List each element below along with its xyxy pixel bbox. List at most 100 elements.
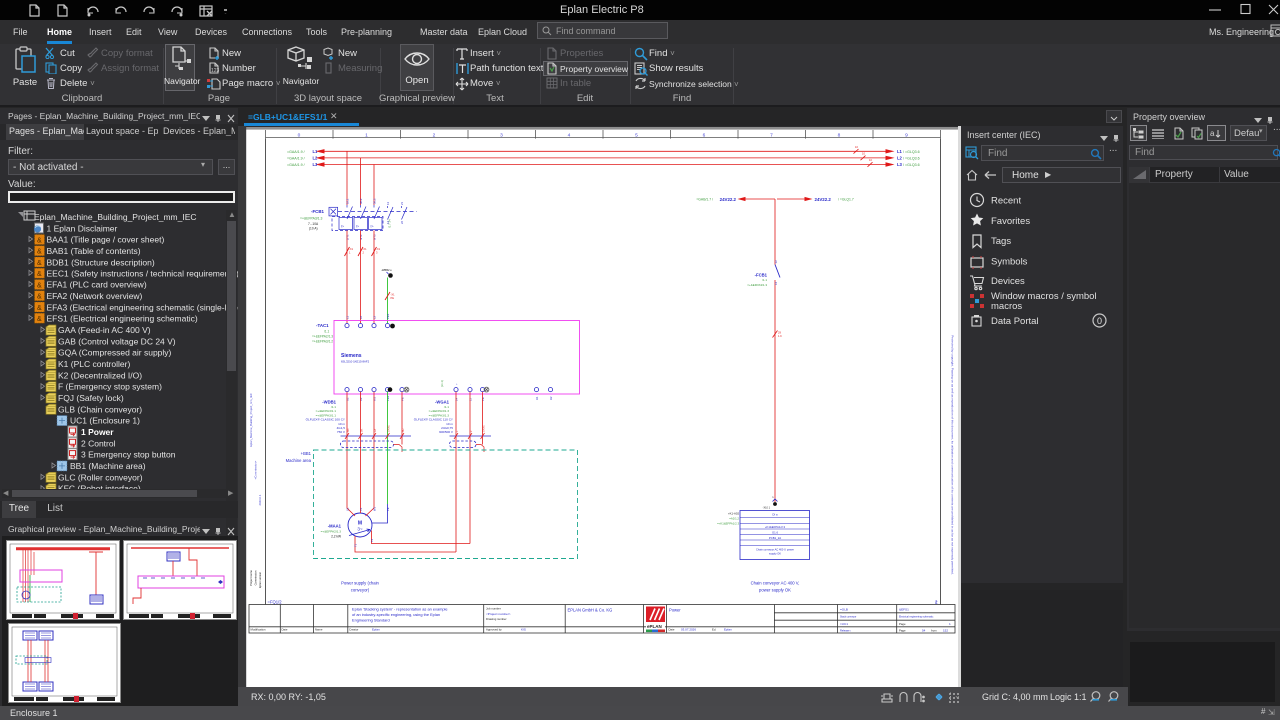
svg-text:Date: Date — [669, 628, 675, 632]
svg-text:Siemens: Siemens — [341, 353, 362, 359]
svg-text:3/L2: 3/L2 — [359, 198, 363, 204]
svg-text:=FQ1/2: =FQ1/2 — [268, 600, 283, 605]
svg-text:Data Portal: Data Portal — [991, 316, 1039, 327]
svg-text:BK: BK — [361, 428, 364, 432]
svg-text:=+&EFPA3/1.2: =+&EFPA3/1.2 — [312, 340, 333, 344]
svg-text:5: 5 — [635, 133, 638, 139]
svg-text:4: 4 — [568, 133, 571, 139]
svg-text:GNYE: GNYE — [388, 425, 391, 432]
svg-text:U2: U2 — [346, 397, 350, 401]
svg-text:1: 1 — [365, 133, 368, 139]
svg-text:BB1 (Machine area): BB1 (Machine area) — [70, 461, 146, 471]
svg-text:A1: A1 — [535, 396, 539, 400]
svg-text:+K1&EFPA1/2.3: +K1&EFPA1/2.3 — [765, 525, 786, 529]
svg-text:V1: V1 — [359, 507, 363, 511]
svg-text:Project name: Project name — [249, 570, 253, 586]
svg-text:-X1: -X1 — [376, 247, 381, 251]
svg-text:PE: PE — [386, 507, 390, 511]
svg-text:03.07.2026: 03.07.2026 — [681, 628, 696, 632]
svg-text:Protected by copyright. Passin: Protected by copyright. Passing on as we… — [951, 335, 955, 575]
svg-text:Power: Power — [669, 608, 681, 613]
svg-text:W2: W2 — [373, 396, 377, 401]
svg-text:BAB1 (Table of contents): BAB1 (Table of contents) — [47, 246, 141, 256]
svg-text:еPLAN: еPLAN — [647, 624, 662, 629]
svg-text:-WBB2 e: -WBB2 e — [381, 268, 392, 272]
svg-text:/1.1: /1.1 — [324, 330, 330, 334]
svg-text:3: 3 — [500, 133, 503, 139]
svg-text:1 Eplan Disclaimer: 1 Eplan Disclaimer — [47, 224, 118, 234]
svg-text:L1: L1 — [346, 315, 350, 319]
svg-text:-TAC1: -TAC1 — [316, 323, 329, 328]
svg-text:=GAA/1.9 /: =GAA/1.9 / — [287, 156, 305, 160]
svg-text:Ed.: Ed. — [712, 628, 716, 632]
svg-text:EFA1 (PLC card overview): EFA1 (PLC card overview) — [47, 280, 147, 290]
svg-text:/ =GLQ3.6: / =GLQ3.6 — [903, 163, 920, 167]
svg-text:=GAB/1.7 /: =GAB/1.7 / — [696, 198, 713, 202]
svg-text:/1.1: /1.1 — [762, 278, 767, 282]
svg-text:I>: I> — [341, 225, 344, 229]
svg-text:+K1-A02: +K1-A02 — [728, 512, 739, 516]
svg-text:of an industry-specific engine: of an industry-specific engineering, usi… — [352, 612, 440, 617]
svg-text:/ =GLQ3.6: / =GLQ3.6 — [903, 156, 920, 160]
svg-text:Modification: Modification — [251, 628, 266, 632]
svg-text:&EFS1: &EFS1 — [899, 607, 909, 611]
svg-text:-: - — [469, 384, 473, 385]
svg-text:14: 14 — [774, 281, 778, 285]
svg-text:123: 123 — [211, 68, 220, 74]
svg-text:/ =GLQ1.7: / =GLQ1.7 — [838, 198, 854, 202]
svg-text:1/L1: 1/L1 — [346, 198, 350, 204]
svg-text:2/T1: 2/T1 — [346, 234, 350, 240]
svg-text:V2: V2 — [359, 397, 363, 401]
svg-text:GY: GY — [374, 428, 377, 432]
svg-text:-X1: -X1 — [391, 293, 396, 297]
svg-text:FQJ (Safety lock): FQJ (Safety lock) — [58, 393, 124, 403]
svg-text:Chain conveyor AC 400 V, power: Chain conveyor AC 400 V, power — [756, 548, 794, 552]
svg-text:K2 (Decentralized I/O): K2 (Decentralized I/O) — [58, 370, 142, 380]
svg-text:=GAA/1.9 /: =GAA/1.9 / — [287, 163, 305, 167]
svg-text:/ =GLQ3.6: / =GLQ3.6 — [903, 150, 920, 154]
svg-text:BN: BN — [347, 428, 350, 432]
svg-text:L2: L2 — [313, 156, 319, 161]
svg-text:Commission: Commission — [254, 570, 258, 585]
svg-text:L2: L2 — [897, 156, 903, 161]
svg-text:Release ›: Release › — [840, 629, 851, 633]
svg-text:Eplan_Machine_Building_Project: Eplan_Machine_Building_Project_mm_IEC — [34, 212, 197, 222]
svg-text:2 Control: 2 Control — [81, 438, 116, 448]
svg-text:5/L3: 5/L3 — [373, 198, 377, 204]
svg-text:U1: U1 — [346, 507, 350, 511]
svg-text:=GAA/1.9 /: =GAA/1.9 / — [287, 150, 305, 154]
svg-text:-WGA1: -WGA1 — [435, 400, 450, 405]
svg-text:GNYE: GNYE — [483, 425, 486, 432]
svg-text:Chain conveyor AC 400 V,: Chain conveyor AC 400 V, — [751, 581, 800, 586]
svg-text:=A2/1.2: =A2/1.2 — [729, 517, 739, 521]
svg-text:a: a — [1210, 129, 1215, 138]
svg-text:Machine area: Machine area — [286, 458, 312, 463]
svg-text:power supply OK: power supply OK — [759, 588, 791, 593]
svg-text:PCB1_2A: PCB1_2A — [769, 536, 781, 540]
svg-text:Symbols: Symbols — [991, 257, 1028, 268]
svg-text:Date: Date — [282, 628, 288, 632]
svg-text:PE1: PE1 — [386, 313, 390, 319]
svg-text:macros: macros — [991, 301, 1022, 312]
svg-text:Recent: Recent — [991, 196, 1021, 207]
svg-text:Name: Name — [315, 628, 323, 632]
svg-text:0: 0 — [1097, 316, 1102, 326]
svg-text:2: 2 — [433, 133, 436, 139]
svg-text:14: 14 — [455, 397, 459, 401]
svg-text:Eplan version: Eplan version — [258, 571, 262, 588]
svg-text:(L1.1): (L1.1) — [440, 380, 444, 387]
svg-text:L3: L3 — [373, 315, 377, 319]
svg-text:Approved by: Approved by — [486, 628, 502, 632]
svg-text:=UC1: =UC1 — [840, 622, 848, 626]
svg-text:-X1: -X1 — [363, 247, 368, 251]
svg-text:Engineering Standard: Engineering Standard — [352, 618, 390, 623]
svg-text:Favorites: Favorites — [991, 216, 1030, 227]
svg-text:L1: L1 — [313, 149, 319, 154]
svg-text:DI a: DI a — [772, 513, 778, 517]
svg-text:22: 22 — [400, 220, 404, 224]
svg-text:-MAA1: -MAA1 — [328, 524, 342, 529]
svg-text:-X1: -X1 — [349, 247, 354, 251]
svg-text:6: 6 — [703, 133, 706, 139]
svg-text:T2: T2 — [370, 538, 374, 542]
svg-text:Stack conveyor: Stack conveyor — [840, 616, 857, 619]
